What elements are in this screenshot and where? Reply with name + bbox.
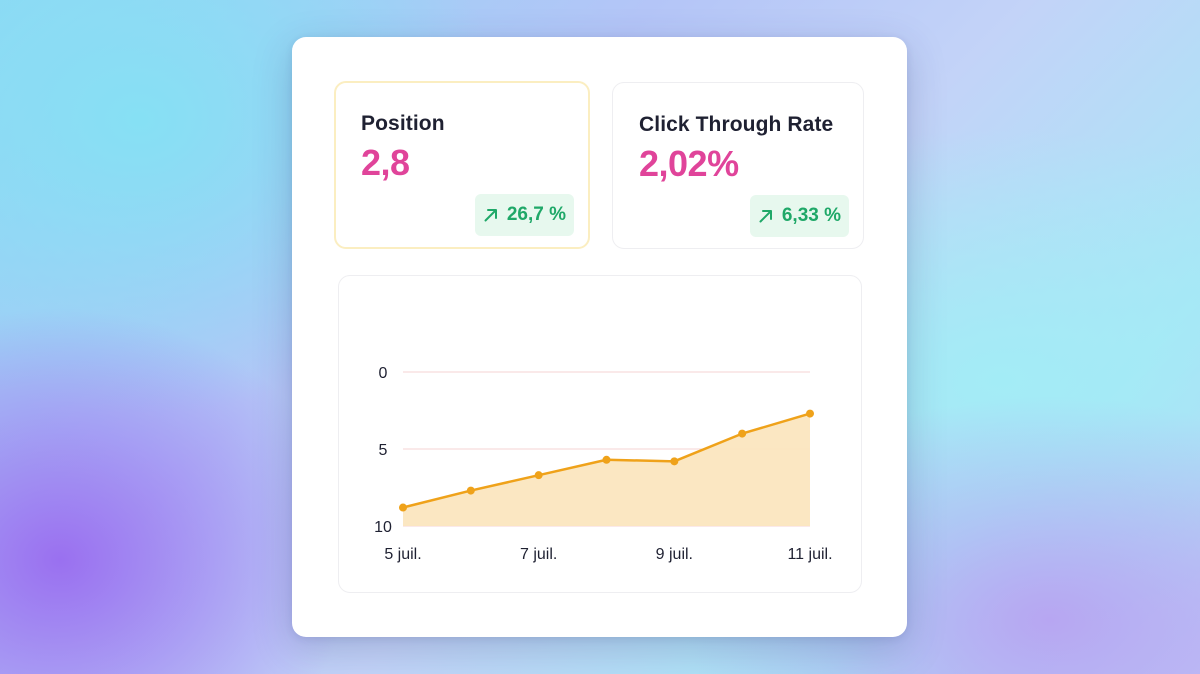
- data-point: [670, 457, 679, 466]
- arrow-up-right-icon: [484, 209, 497, 222]
- data-point: [399, 503, 407, 512]
- data-point: [602, 455, 611, 464]
- dashboard-card: Position 2,8 26,7 % Click Through Rate 2…: [292, 37, 907, 637]
- metric-value: 2,02%: [639, 143, 739, 184]
- delta-value: 26,7 %: [506, 204, 566, 225]
- data-point: [534, 471, 543, 480]
- data-point: [738, 429, 747, 438]
- x-tick-label: 11 juil.: [787, 546, 832, 563]
- x-tick-label: 9 juil.: [656, 546, 693, 563]
- x-tick-label: 7 juil.: [520, 546, 557, 563]
- y-tick-label: 10: [374, 519, 392, 536]
- metric-value: 2,8: [361, 142, 410, 183]
- delta-badge: 6,33 %: [749, 195, 849, 237]
- metric-card-ctr[interactable]: Click Through Rate 2,02% 6,33 %: [612, 82, 864, 249]
- arrow-up-right-icon: [759, 210, 772, 223]
- y-tick-label: 0: [379, 365, 388, 382]
- delta-value: 6,33 %: [781, 205, 841, 226]
- metric-label: Click Through Rate: [639, 113, 834, 136]
- metric-card-position[interactable]: Position 2,8 26,7 %: [334, 81, 590, 249]
- position-chart: 0 5 10 5 juil. 7 juil. 9 juil. 11 juil.: [338, 275, 862, 593]
- delta-badge: 26,7 %: [474, 194, 574, 236]
- x-tick-label: 5 juil.: [384, 546, 421, 563]
- metric-label: Position: [361, 112, 445, 135]
- chart-svg: 0 5 10 5 juil. 7 juil. 9 juil. 11 juil.: [374, 365, 832, 563]
- data-point: [806, 409, 814, 418]
- data-point: [466, 486, 475, 495]
- y-tick-label: 5: [379, 442, 388, 459]
